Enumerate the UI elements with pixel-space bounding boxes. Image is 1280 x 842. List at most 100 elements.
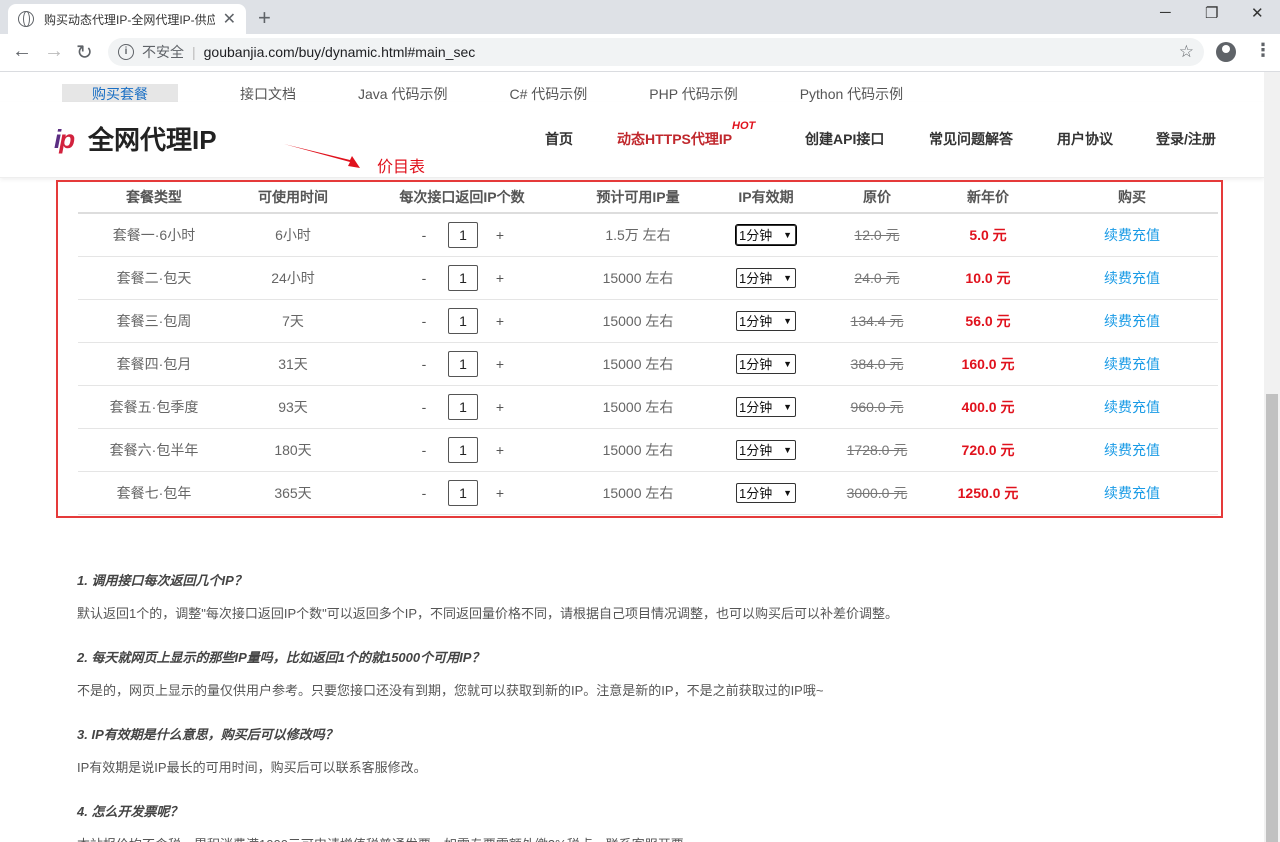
- renew-recharge-link[interactable]: 续费充值: [1104, 399, 1160, 415]
- renew-recharge-link[interactable]: 续费充值: [1104, 356, 1160, 372]
- new-year-price-value: 5.0 元: [969, 226, 1007, 243]
- increment-button[interactable]: +: [492, 399, 508, 415]
- quantity-input[interactable]: 1: [448, 221, 478, 248]
- subnav-api-doc[interactable]: 接口文档: [240, 84, 296, 104]
- info-icon[interactable]: i: [118, 44, 134, 60]
- increment-button[interactable]: +: [492, 313, 508, 329]
- subnav-python-example[interactable]: Python 代码示例: [800, 84, 903, 104]
- scrollbar-thumb[interactable]: [1266, 394, 1278, 842]
- decrement-button[interactable]: -: [416, 356, 432, 372]
- original-price-value: 12.0 元: [854, 226, 900, 243]
- decrement-button[interactable]: -: [416, 270, 432, 286]
- validity-select[interactable]: 1分钟 ▼: [736, 396, 796, 417]
- quantity-input[interactable]: 1: [448, 307, 478, 334]
- address-bar[interactable]: i 不安全 | goubanjia.com/buy/dynamic.html#m…: [108, 38, 1204, 66]
- faq-answer: 不是的，网页上显示的量仅供用户参考。只要您接口还没有到期，您就可以获取到新的IP…: [77, 683, 824, 698]
- validity-select[interactable]: 1分钟 ▼: [736, 482, 796, 503]
- quantity-input[interactable]: 1: [448, 436, 478, 463]
- renew-recharge-link[interactable]: 续费充值: [1104, 313, 1160, 329]
- increment-button[interactable]: +: [492, 270, 508, 286]
- window-close-icon[interactable]: ✕: [1251, 4, 1264, 22]
- validity-cell: 1分钟 ▼: [708, 428, 824, 472]
- forward-icon[interactable]: →: [44, 40, 64, 63]
- col-header-buy: 购买: [1046, 182, 1218, 214]
- decrement-button[interactable]: -: [416, 442, 432, 458]
- increment-button[interactable]: +: [492, 356, 508, 372]
- bookmark-star-icon[interactable]: ☆: [1179, 42, 1194, 62]
- original-price-value: 384.0 元: [850, 355, 904, 372]
- insecure-label: 不安全: [142, 44, 184, 60]
- logo-text[interactable]: 全网代理IP: [88, 120, 217, 157]
- col-header-ip-amount: 预计可用IP量: [568, 182, 708, 214]
- subnav-php-example[interactable]: PHP 代码示例: [649, 84, 737, 104]
- nav-home[interactable]: 首页: [545, 129, 573, 149]
- original-price: 24.0 元: [824, 256, 930, 300]
- validity-selected: 1分钟: [739, 271, 773, 286]
- usable-time: 6小时: [230, 213, 356, 257]
- logo-icon[interactable]: ip: [54, 124, 75, 155]
- quantity-input[interactable]: 1: [448, 350, 478, 377]
- page-scrollbar[interactable]: [1264, 72, 1280, 842]
- browser-tab[interactable]: 购买动态代理IP-全网代理IP-供应 ✕: [8, 4, 246, 34]
- package-type: 套餐六·包半年: [78, 428, 230, 472]
- minimize-icon[interactable]: ─: [1160, 4, 1171, 21]
- nav-faq[interactable]: 常见问题解答: [929, 129, 1013, 149]
- quantity-input[interactable]: 1: [448, 479, 478, 506]
- validity-cell: 1分钟 ▼: [708, 471, 824, 515]
- validity-selected: 1分钟: [739, 486, 773, 501]
- decrement-button[interactable]: -: [416, 313, 432, 329]
- ip-amount: 15000 左右: [568, 256, 708, 300]
- new-tab-icon[interactable]: +: [258, 5, 271, 31]
- table-row: 套餐五·包季度 93天 -1 +15000 左右 1分钟 ▼ 960.0 元 400.0 元 续…: [78, 385, 1218, 429]
- validity-select[interactable]: 1分钟 ▼: [736, 439, 796, 460]
- buy-cell: 续费充值: [1046, 299, 1218, 343]
- new-year-price-value: 10.0 元: [965, 269, 1011, 286]
- col-header-validity: IP有效期: [708, 182, 824, 214]
- new-year-price: 56.0 元: [930, 299, 1046, 343]
- nav-login-register[interactable]: 登录/注册: [1156, 129, 1216, 149]
- decrement-button[interactable]: -: [416, 399, 432, 415]
- col-header-type: 套餐类型: [78, 182, 230, 214]
- restore-icon[interactable]: ❐: [1205, 4, 1218, 22]
- subnav-csharp-example[interactable]: C# 代码示例: [509, 84, 587, 104]
- quantity-input[interactable]: 1: [448, 393, 478, 420]
- validity-select[interactable]: 1分钟 ▼: [736, 267, 796, 288]
- chevron-down-icon: ▼: [783, 444, 792, 455]
- nav-dynamic-proxy[interactable]: 动态HTTPS代理IP: [617, 129, 732, 149]
- chevron-down-icon: ▼: [783, 272, 792, 283]
- decrement-button[interactable]: -: [416, 485, 432, 501]
- subnav-buy-package[interactable]: 购买套餐: [62, 84, 178, 104]
- validity-select[interactable]: 1分钟 ▼: [736, 310, 796, 331]
- increment-button[interactable]: +: [492, 227, 508, 243]
- increment-button[interactable]: +: [492, 485, 508, 501]
- quantity-input[interactable]: 1: [448, 264, 478, 291]
- renew-recharge-link[interactable]: 续费充值: [1104, 227, 1160, 243]
- ip-amount: 1.5万 左右: [568, 213, 708, 257]
- profile-avatar-icon[interactable]: [1216, 42, 1236, 62]
- table-row: 套餐七·包年 365天 -1 +15000 左右 1分钟 ▼ 3000.0 元 1250.0 …: [78, 471, 1218, 515]
- decrement-button[interactable]: -: [416, 227, 432, 243]
- faq-answer: 本站报价均不含税，累积消费满1000元可申请增值税普通发票，如需专票需额外缴3%…: [77, 834, 1227, 842]
- usable-time: 7天: [230, 299, 356, 343]
- url-text[interactable]: goubanjia.com/buy/dynamic.html#main_sec: [204, 44, 476, 60]
- faq-answer: IP有效期是说IP最长的可用时间，购买后可以联系客服修改。: [77, 760, 427, 775]
- increment-button[interactable]: +: [492, 442, 508, 458]
- menu-dots-icon[interactable]: ⋮: [1254, 40, 1272, 61]
- subnav-java-example[interactable]: Java 代码示例: [358, 84, 447, 104]
- back-icon[interactable]: ←: [12, 40, 32, 63]
- nav-user-agreement[interactable]: 用户协议: [1057, 129, 1113, 149]
- renew-recharge-link[interactable]: 续费充值: [1104, 485, 1160, 501]
- validity-select[interactable]: 1分钟 ▼: [736, 353, 796, 374]
- validity-selected: 1分钟: [739, 400, 773, 415]
- renew-recharge-link[interactable]: 续费充值: [1104, 270, 1160, 286]
- buy-cell: 续费充值: [1046, 428, 1218, 472]
- validity-select[interactable]: 1分钟 ▼: [735, 223, 797, 246]
- reload-icon[interactable]: ↻: [76, 40, 93, 65]
- tab-close-icon[interactable]: ✕: [223, 9, 236, 29]
- renew-recharge-link[interactable]: 续费充值: [1104, 442, 1160, 458]
- page-content: 购买套餐 接口文档 Java 代码示例 C# 代码示例 PHP 代码示例 Pyt…: [0, 72, 1264, 842]
- usable-time: 31天: [230, 342, 356, 386]
- nav-create-api[interactable]: 创建API接口: [805, 129, 884, 149]
- package-type: 套餐四·包月: [78, 342, 230, 386]
- col-header-ip-count: 每次接口返回IP个数: [356, 182, 568, 214]
